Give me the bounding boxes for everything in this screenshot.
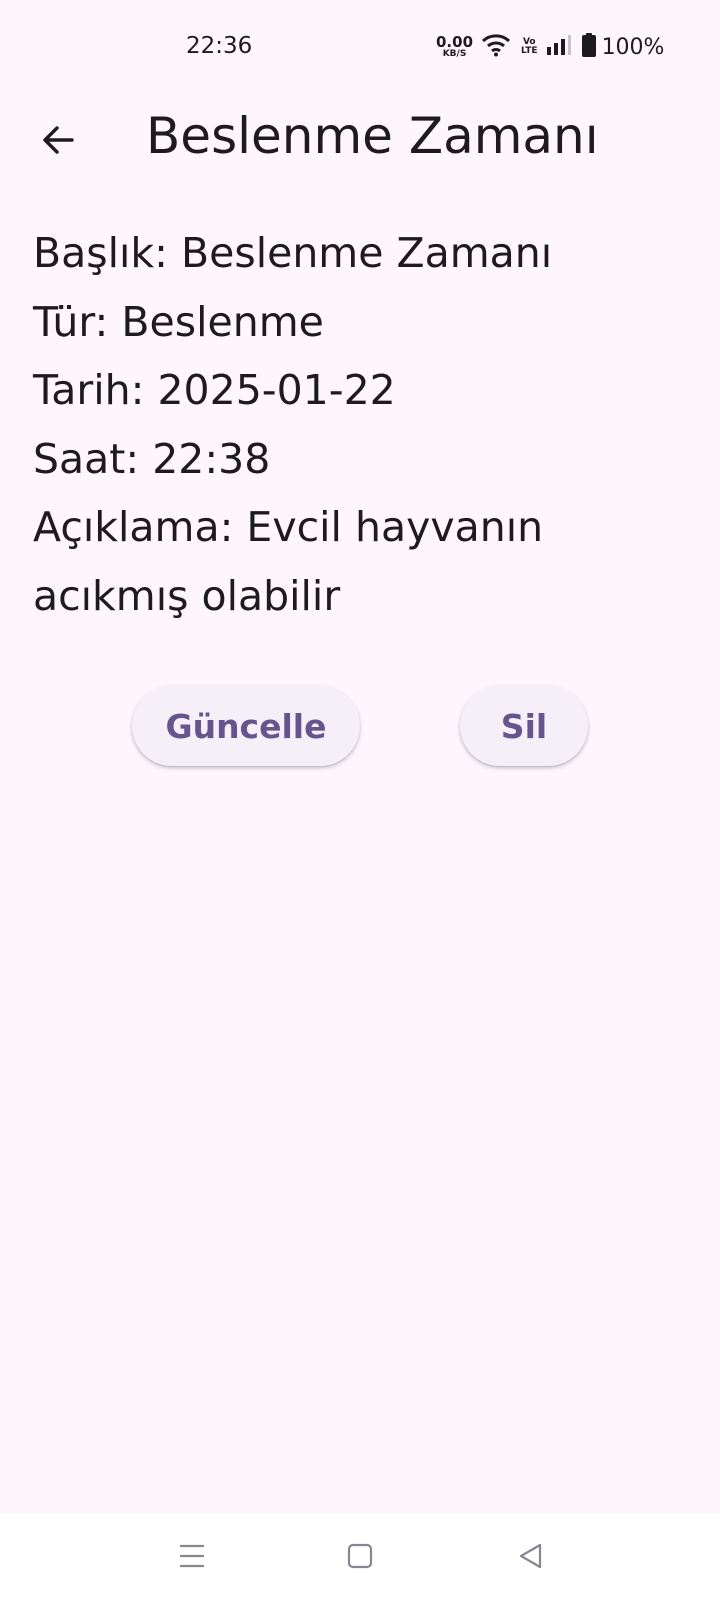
event-details: Başlık: Beslenme Zamanı Tür: Beslenme Ta…: [33, 219, 683, 630]
detail-date: Tarih: 2025-01-22: [33, 366, 396, 414]
page-title: Beslenme Zamanı: [146, 107, 599, 165]
action-buttons: Güncelle Sil: [0, 686, 720, 766]
system-nav-bar: [0, 1514, 720, 1600]
back-button[interactable]: [30, 114, 86, 170]
status-icons: 0.00 KB/S Vo LTE 100%: [436, 30, 664, 64]
network-speed: 0.00 KB/S: [436, 35, 473, 59]
delete-button[interactable]: Sil: [460, 686, 588, 766]
battery-icon: [581, 33, 596, 61]
battery-percentage: 100%: [601, 34, 665, 60]
status-time: 22:36: [186, 33, 253, 59]
menu-icon: [178, 1543, 206, 1573]
back-triangle-icon: [517, 1542, 543, 1574]
home-button[interactable]: [336, 1534, 384, 1582]
volte-bottom-label: LTE: [521, 46, 538, 56]
arrow-back-icon: [40, 122, 76, 162]
system-back-button[interactable]: [506, 1534, 554, 1582]
wifi-icon: [481, 33, 511, 61]
detail-description: Açıklama: Evcil hayvanın acıkmış olabili…: [33, 503, 544, 620]
detail-title: Başlık: Beslenme Zamanı: [33, 229, 553, 277]
signal-icon: [546, 34, 572, 60]
status-bar: 22:36 0.00 KB/S Vo LTE 100%: [0, 0, 720, 96]
network-speed-unit: KB/S: [442, 49, 467, 59]
recent-apps-button[interactable]: [168, 1534, 216, 1582]
home-icon: [347, 1543, 373, 1573]
volte-indicator: Vo LTE: [521, 38, 538, 56]
app-bar: Beslenme Zamanı: [0, 96, 720, 192]
detail-time: Saat: 22:38: [33, 434, 271, 483]
update-button[interactable]: Güncelle: [132, 686, 360, 766]
detail-type: Tür: Beslenme: [33, 297, 324, 346]
network-speed-value: 0.00: [436, 33, 474, 51]
